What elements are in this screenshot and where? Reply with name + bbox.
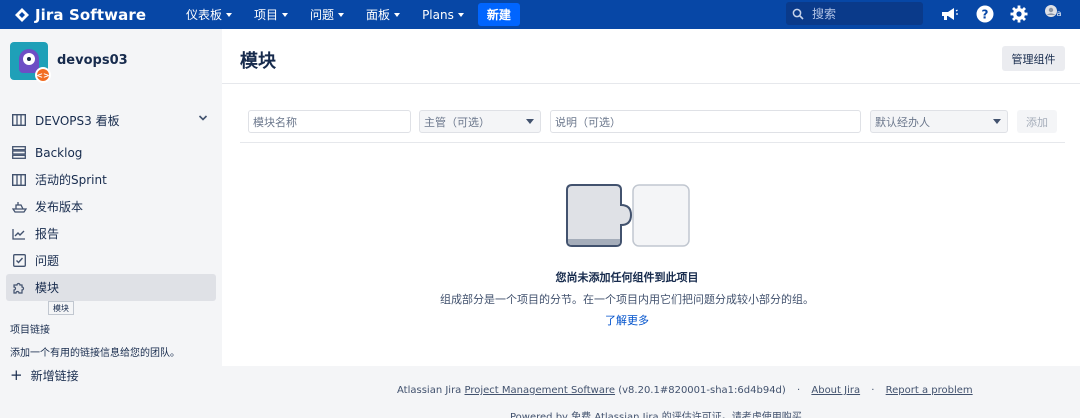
sidebar: <> devops03 DEVOPS3 看板 Backlog 活动的Sprint: [0, 29, 222, 418]
settings-icon[interactable]: [1008, 3, 1030, 25]
help-icon[interactable]: ?: [974, 3, 996, 25]
divider: [222, 83, 1080, 84]
chevron-down-icon: [394, 12, 401, 17]
board-icon: [11, 172, 27, 188]
sidebar-item-label: 发布版本: [35, 200, 84, 214]
search-placeholder: 搜索: [812, 7, 837, 21]
report-problem-link[interactable]: Report a problem: [886, 385, 973, 396]
plus-icon: +: [10, 366, 23, 384]
description-input[interactable]: 说明（可选）: [550, 110, 861, 133]
footer-version: (v8.20.1#820001-sha1:6d4b94d): [618, 385, 786, 396]
footer-separator: ·: [797, 385, 801, 396]
code-badge-icon: <>: [35, 67, 51, 83]
chevron-down-icon: [198, 115, 208, 121]
add-link-label: 新增链接: [30, 369, 79, 383]
learn-more-link[interactable]: 了解更多: [222, 312, 1032, 328]
lead-select[interactable]: 主管（可选）: [419, 110, 541, 133]
nav-dashboards-label: 仪表板: [186, 8, 223, 22]
project-links-title: 项目链接: [10, 325, 50, 336]
chevron-down-icon: [526, 119, 534, 124]
nav-boards[interactable]: 面板: [366, 6, 401, 23]
project-links-desc: 添加一个有用的链接信息给您的团队。: [10, 348, 180, 359]
empty-state-title: 您尚未添加任何组件到此项目: [555, 271, 699, 284]
nav-boards-label: 面板: [366, 8, 391, 22]
ship-icon: [11, 199, 27, 215]
divider: [240, 142, 1065, 143]
sidebar-item-components[interactable]: 模块: [6, 274, 216, 301]
chevron-down-icon: [226, 12, 233, 17]
create-button[interactable]: 新建: [477, 3, 520, 26]
add-button[interactable]: 添加: [1017, 110, 1057, 133]
top-navigation: Jira Software 仪表板 项目 问题 面板 Plans 新建 搜索 ?: [0, 0, 1080, 29]
megaphone-icon[interactable]: [938, 3, 960, 25]
chevron-down-icon: [282, 12, 289, 17]
puzzle-icon: [11, 280, 27, 296]
nav-plans-label: Plans: [422, 7, 454, 22]
project-name[interactable]: devops03: [57, 53, 128, 68]
brand-name: Jira Software: [35, 5, 147, 24]
chevron-down-icon: [457, 12, 464, 17]
board-icon: [12, 114, 26, 126]
empty-state-description: 组成部分是一个项目的分节。在一个项目内用它们把问题分成较小部分的组。: [440, 293, 814, 306]
nav-issues-label: 问题: [310, 8, 335, 22]
assignee-placeholder: 默认经办人: [875, 115, 930, 129]
board-selector-label: DEVOPS3 看板: [35, 113, 120, 128]
sidebar-item-label: 活动的Sprint: [35, 173, 107, 187]
tooltip: 模块: [48, 301, 74, 315]
svg-text:a: a: [1057, 9, 1062, 18]
component-name-input[interactable]: 模块名称: [248, 110, 411, 133]
search-input[interactable]: 搜索: [786, 2, 923, 25]
description-placeholder: 说明（可选）: [555, 115, 621, 129]
about-jira-link[interactable]: About Jira: [811, 385, 860, 396]
sidebar-item-releases[interactable]: 发布版本: [6, 193, 216, 220]
main-content: 模块 管理组件 模块名称 主管（可选） 说明（可选） 默认经办人 添加 您尚未添…: [222, 29, 1080, 366]
nav-issues[interactable]: 问题: [310, 6, 345, 23]
sidebar-nav: Backlog 活动的Sprint 发布版本 报告 问题 模块: [6, 139, 216, 301]
footer-prefix: Atlassian Jira: [397, 385, 462, 396]
lead-placeholder: 主管（可选）: [424, 115, 490, 129]
board-selector[interactable]: DEVOPS3 看板: [12, 111, 212, 129]
puzzle-illustration-icon: [566, 184, 690, 247]
sidebar-item-label: 报告: [35, 227, 60, 241]
footer-info: Atlassian Jira Project Management Softwa…: [397, 385, 973, 396]
sidebar-item-label: Backlog: [35, 145, 83, 160]
component-name-placeholder: 模块名称: [253, 115, 297, 129]
jira-diamond-icon: [15, 7, 29, 22]
nav-plans[interactable]: Plans: [422, 8, 464, 22]
pms-link[interactable]: Project Management Software: [465, 385, 616, 396]
chevron-down-icon: [338, 12, 345, 17]
page-title: 模块: [240, 51, 276, 72]
robot-pupil: [27, 57, 31, 61]
nav-dashboards[interactable]: 仪表板: [186, 6, 233, 23]
footer-powered: Powered by 免费 Atlassian Jira 的评估许可证。请考虑使…: [510, 412, 802, 418]
sidebar-item-label: 模块: [35, 281, 60, 295]
nav-projects-label: 项目: [254, 8, 279, 22]
sidebar-item-backlog[interactable]: Backlog: [6, 139, 216, 166]
search-icon: [792, 8, 804, 20]
sidebar-item-label: 问题: [35, 254, 60, 268]
footer-separator: ·: [871, 385, 875, 396]
add-link-button[interactable]: + 新增链接: [10, 367, 79, 384]
issues-icon: [11, 253, 27, 269]
svg-text:?: ?: [982, 8, 989, 22]
nav-projects[interactable]: 项目: [254, 6, 289, 23]
user-avatar[interactable]: a: [1043, 3, 1065, 25]
chevron-down-icon: [993, 119, 1001, 124]
sidebar-item-issues[interactable]: 问题: [6, 247, 216, 274]
sidebar-item-active-sprint[interactable]: 活动的Sprint: [6, 166, 216, 193]
chart-icon: [11, 226, 27, 242]
manage-components-button[interactable]: 管理组件: [1002, 46, 1065, 71]
jira-logo[interactable]: Jira Software: [14, 6, 164, 24]
sidebar-item-reports[interactable]: 报告: [6, 220, 216, 247]
default-assignee-select[interactable]: 默认经办人: [870, 110, 1008, 133]
backlog-icon: [11, 145, 27, 161]
